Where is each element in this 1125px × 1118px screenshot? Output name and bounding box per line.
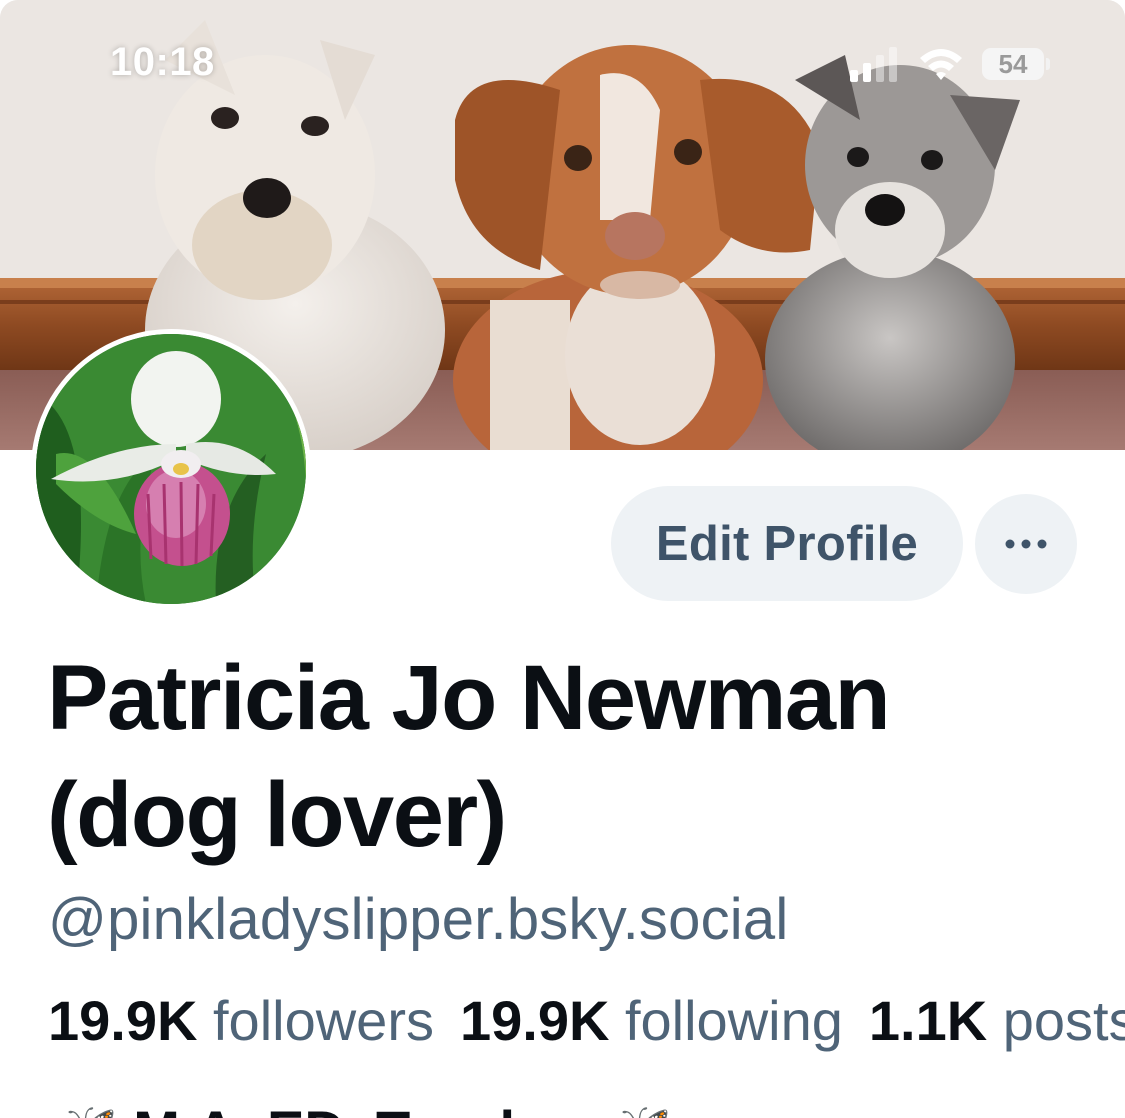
cellular-signal-icon [850, 47, 897, 82]
posts-label: posts [1002, 989, 1125, 1052]
followers-count: 19.9K [48, 989, 198, 1052]
avatar-image [36, 334, 306, 604]
following-link[interactable]: 19.9K following [460, 989, 843, 1052]
more-options-button[interactable] [975, 494, 1077, 594]
posts-count: 1.1K [868, 989, 988, 1052]
followers-label: followers [213, 989, 434, 1052]
posts-stat: 1.1K posts [869, 989, 1125, 1052]
battery-tip [1046, 58, 1050, 70]
avatar[interactable] [31, 329, 311, 609]
following-count: 19.9K [459, 989, 610, 1052]
edit-profile-button[interactable]: Edit Profile [611, 486, 963, 601]
profile-bio: 🦋 M.A. ED. Teacher 🦋 [48, 1098, 672, 1118]
profile-handle: @pinkladyslipper.bsky.social [48, 887, 789, 952]
status-bar-time: 10:18 [110, 40, 215, 84]
battery-icon: 54 [982, 48, 1044, 80]
status-bar-icons: 54 [846, 44, 1056, 86]
display-name: Patricia Jo Newman (dog lover) [47, 647, 891, 866]
wifi-icon [920, 49, 962, 80]
following-label: following [624, 989, 843, 1052]
followers-link[interactable]: 19.9K followers [48, 989, 434, 1052]
ellipsis-icon [1005, 539, 1047, 549]
profile-stats: 19.9K followers 19.9K following 1.1K posts [48, 988, 1125, 1053]
